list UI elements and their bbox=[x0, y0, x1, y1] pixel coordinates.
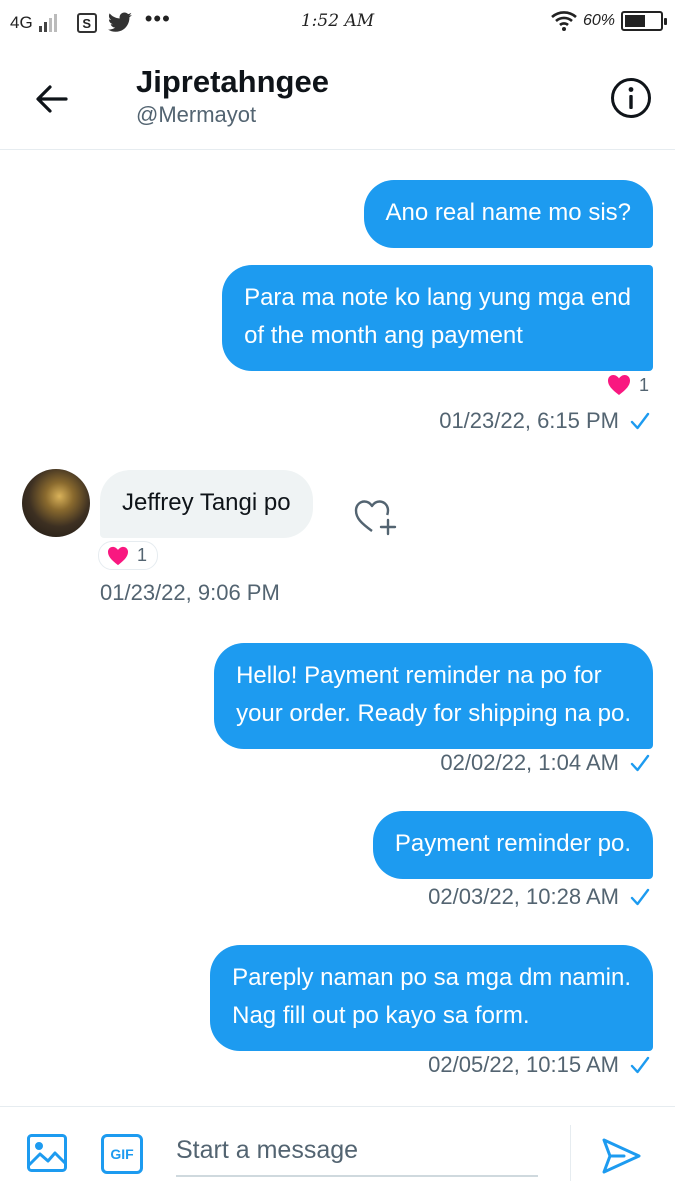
message-meta: 01/23/22, 9:06 PM bbox=[100, 580, 280, 606]
message-reaction[interactable]: 1 bbox=[98, 541, 159, 570]
send-icon[interactable] bbox=[600, 1135, 642, 1177]
image-icon[interactable] bbox=[26, 1133, 68, 1173]
status-bar: 4G S ••• 1:52 AM 60% bbox=[0, 0, 675, 44]
message-bubble-outgoing[interactable]: Payment reminder po. bbox=[372, 811, 653, 879]
message-text: Payment reminder po. bbox=[394, 830, 631, 857]
message-meta: 02/02/22, 1:04 AM bbox=[440, 750, 651, 776]
checkmark-icon bbox=[630, 888, 650, 906]
message-timestamp: 02/03/22, 10:28 AM bbox=[428, 884, 619, 909]
heart-icon bbox=[108, 546, 128, 565]
message-timestamp: 02/05/22, 10:15 AM bbox=[428, 1052, 619, 1077]
message-text: Ano real name mo sis? bbox=[385, 199, 631, 226]
gif-icon[interactable]: GIF bbox=[101, 1134, 143, 1174]
contact-handle[interactable]: @Mermayot bbox=[136, 102, 256, 128]
back-arrow-icon[interactable] bbox=[30, 77, 74, 121]
message-bubble-outgoing[interactable]: Hello! Payment reminder na po for your o… bbox=[214, 643, 653, 749]
message-timestamp: 02/02/22, 1:04 AM bbox=[440, 750, 619, 775]
wifi-icon bbox=[551, 11, 577, 31]
checkmark-icon bbox=[630, 1056, 650, 1074]
message-reaction[interactable]: 1 bbox=[607, 374, 649, 396]
add-reaction-icon[interactable] bbox=[352, 493, 398, 537]
message-text-line: Nag fill out po kayo sa form. bbox=[232, 1002, 530, 1029]
contact-name[interactable]: Jipretahngee bbox=[136, 64, 329, 100]
status-right: 60% bbox=[551, 10, 667, 32]
message-text-line: Para ma note ko lang yung mga end bbox=[244, 284, 631, 311]
message-bubble-outgoing[interactable]: Para ma note ko lang yung mga end of the… bbox=[222, 265, 653, 371]
message-timestamp: 01/23/22, 9:06 PM bbox=[100, 580, 280, 605]
divider bbox=[570, 1125, 571, 1181]
info-icon[interactable] bbox=[609, 76, 653, 120]
checkmark-icon bbox=[630, 754, 650, 772]
message-meta: 02/03/22, 10:28 AM bbox=[428, 884, 651, 910]
message-bubble-outgoing[interactable]: Ano real name mo sis? bbox=[363, 180, 653, 248]
reaction-count: 1 bbox=[638, 374, 649, 395]
message-input[interactable] bbox=[176, 1125, 538, 1177]
message-text-line: your order. Ready for shipping na po. bbox=[236, 700, 631, 727]
message-bubble-incoming[interactable]: Jeffrey Tangi po bbox=[100, 470, 313, 538]
message-timestamp: 01/23/22, 6:15 PM bbox=[439, 408, 619, 433]
message-text-line: Hello! Payment reminder na po for bbox=[236, 662, 602, 689]
conversation-header: Jipretahngee @Mermayot bbox=[0, 44, 675, 150]
message-meta: 01/23/22, 6:15 PM bbox=[439, 408, 651, 434]
message-composer: GIF bbox=[0, 1106, 675, 1200]
heart-icon bbox=[607, 375, 630, 395]
message-text-line: of the month ang payment bbox=[244, 322, 523, 349]
battery-icon bbox=[621, 11, 667, 31]
message-text: Jeffrey Tangi po bbox=[122, 489, 291, 516]
message-bubble-outgoing[interactable]: Pareply naman po sa mga dm namin. Nag fi… bbox=[210, 945, 653, 1051]
message-text-line: Pareply naman po sa mga dm namin. bbox=[232, 964, 631, 991]
battery-percent: 60% bbox=[582, 12, 615, 29]
message-meta: 02/05/22, 10:15 AM bbox=[428, 1052, 651, 1078]
avatar[interactable] bbox=[22, 469, 90, 537]
checkmark-icon bbox=[630, 412, 650, 430]
reaction-count: 1 bbox=[137, 545, 148, 565]
